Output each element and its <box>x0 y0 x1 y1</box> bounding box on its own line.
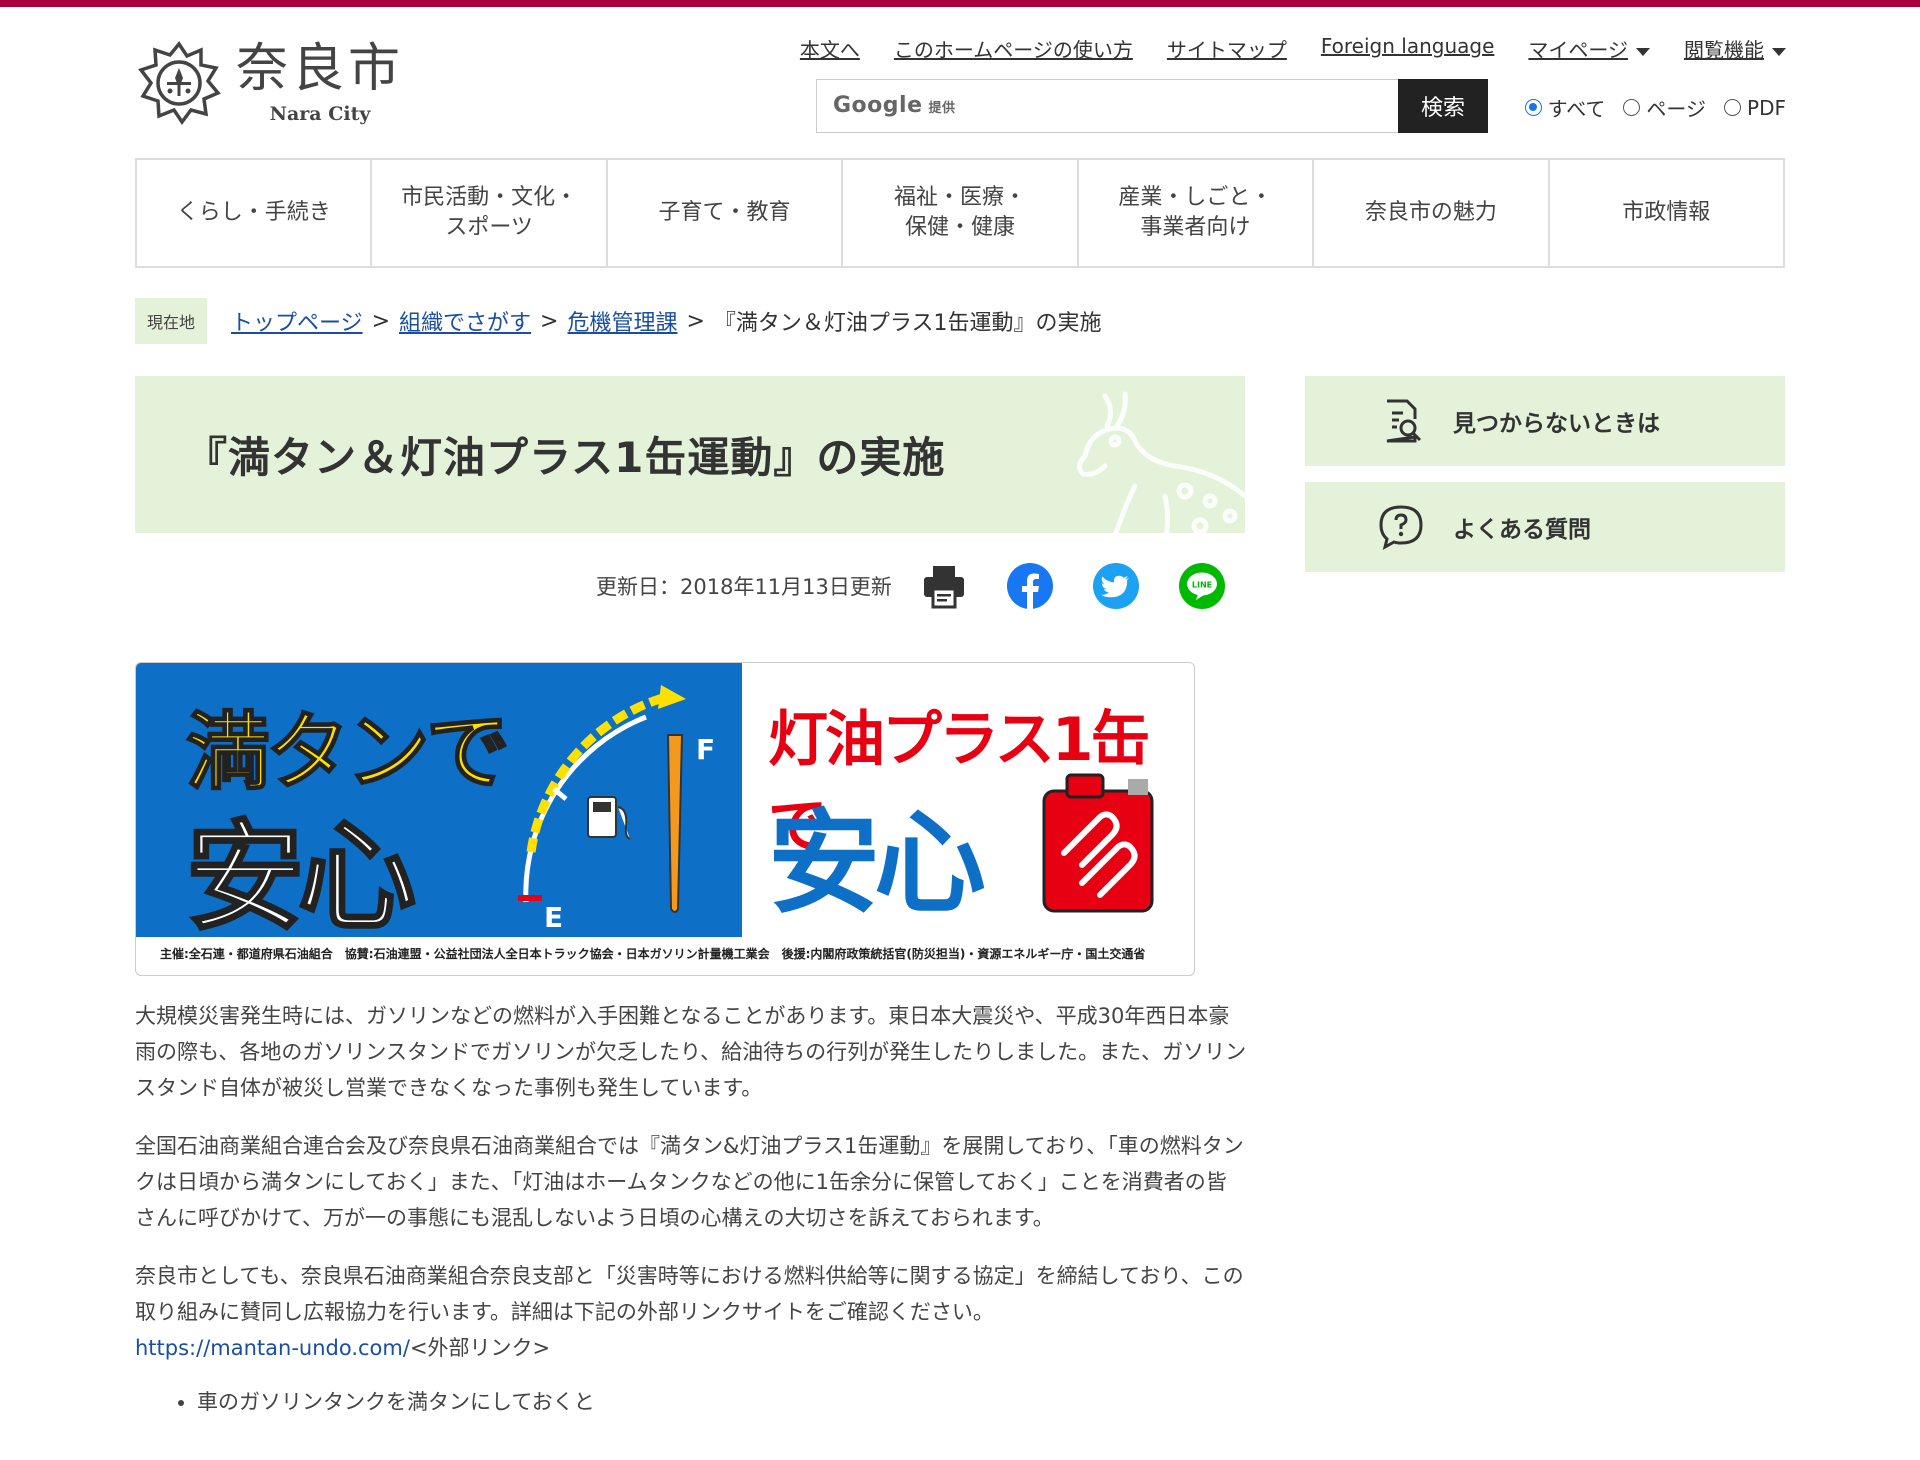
nav-industry-business[interactable]: 産業・しごと・ 事業者向け <box>1079 160 1315 266</box>
updated-date: 更新日：2018年11月13日更新 <box>596 575 892 599</box>
nav-welfare-health[interactable]: 福祉・医療・ 保健・健康 <box>843 160 1079 266</box>
utility-nav: 本文へ このホームページの使い方 サイトマップ Foreign language… <box>800 34 1786 63</box>
top-accent-bar <box>0 0 1920 7</box>
search-document-icon <box>1386 399 1422 443</box>
global-nav: くらし・手続き 市民活動・文化・ スポーツ 子育て・教育 福祉・医療・ 保健・健… <box>135 158 1785 268</box>
sidebar-label: よくある質問 <box>1453 517 1591 543</box>
site-logo[interactable]: 奈良市 Nara City <box>134 38 404 126</box>
foreign-language-link[interactable]: Foreign language <box>1321 34 1495 63</box>
external-link[interactable]: https://mantan-undo.com/ <box>135 1336 410 1360</box>
paragraph: 全国石油商業組合連合会及び奈良県石油商業組合では『満タン&灯油プラス1缶運動』を… <box>135 1134 1244 1230</box>
article-body: 大規模災害発生時には、ガソリンなどの燃料が入手困難となることがあります。東日本大… <box>135 998 1247 1420</box>
banner-left-panel: 満タンで 安心 E F <box>136 663 742 948</box>
banner-right-panel: 灯油プラス1缶で 安心 <box>742 663 1194 937</box>
nara-city-emblem-icon <box>138 41 221 126</box>
deer-decoration-icon <box>1077 391 1245 533</box>
scope-pdf-radio[interactable]: PDF <box>1724 93 1786 122</box>
breadcrumb-separator: > <box>540 308 559 334</box>
radio-selected-icon <box>1524 99 1542 116</box>
banner-relief-text: 安心 <box>184 807 417 948</box>
search-input[interactable] <box>937 88 1477 124</box>
kerosene-can-icon <box>1042 773 1154 913</box>
breadcrumb-separator: > <box>371 308 391 334</box>
radio-empty-icon <box>1623 99 1641 116</box>
skip-to-content-link[interactable]: 本文へ <box>800 34 860 63</box>
gauge-empty-label: E <box>544 901 563 927</box>
banner-relief-text-2: 安心 <box>768 799 986 929</box>
sidebar-label: 見つからないときは <box>1453 411 1660 437</box>
breadcrumb-link-organization[interactable]: 組織でさがす <box>399 305 531 337</box>
fuel-gauge-icon: E F <box>518 685 715 927</box>
nav-civic-culture-sports[interactable]: 市民活動・文化・ スポーツ <box>372 160 608 266</box>
site-name-en: Nara City <box>269 103 371 125</box>
breadcrumb-link-top[interactable]: トップページ <box>231 305 363 337</box>
scope-page-radio[interactable]: ページ <box>1623 93 1706 122</box>
not-found-help-link[interactable]: 見つからないときは <box>1305 376 1785 466</box>
search-scope-group: すべて ページ PDF <box>1524 93 1786 122</box>
breadcrumb-link-crisis-management[interactable]: 危機管理課 <box>567 305 677 337</box>
twitter-icon[interactable] <box>1092 562 1140 610</box>
how-to-use-link[interactable]: このホームページの使い方 <box>894 34 1133 63</box>
breadcrumb-current: 『満タン＆灯油プラス1缶運動』の実施 <box>713 311 1102 336</box>
sitemap-link[interactable]: サイトマップ <box>1167 34 1287 63</box>
bullet-list: 車のガソリンタンクを満タンにしておくと <box>197 1384 1247 1420</box>
paragraph: 大規模災害発生時には、ガソリンなどの燃料が入手困難となることがあります。東日本大… <box>135 1004 1247 1100</box>
paragraph: 奈良市としても、奈良県石油商業組合奈良支部と「災害時等における燃料供給等に関する… <box>135 1264 1244 1360</box>
mypage-dropdown[interactable]: マイページ <box>1528 34 1650 63</box>
page-title: 『満タン＆灯油プラス1缶運動』の実施 <box>185 433 946 482</box>
facebook-icon[interactable] <box>1006 562 1054 610</box>
faq-link[interactable]: よくある質問 <box>1305 482 1785 572</box>
campaign-banner-image: 満タンで 安心 E F 灯油プラス1缶で 安心 主催:全石連・都道府県石油組合 … <box>135 662 1195 976</box>
nav-living-procedures[interactable]: くらし・手続き <box>137 160 373 266</box>
question-bubble-icon <box>1379 505 1423 550</box>
search-box: Google 提供 <box>816 79 1488 133</box>
breadcrumb: 現在地 トップページ > 組織でさがす > 危機管理課 > 『満タン＆灯油プラス… <box>135 298 1101 344</box>
nav-nara-attractions[interactable]: 奈良市の魅力 <box>1314 160 1550 266</box>
scope-all-radio[interactable]: すべて <box>1524 93 1605 122</box>
breadcrumb-badge: 現在地 <box>135 298 208 344</box>
site-name: 奈良市 <box>236 39 405 99</box>
page-meta: 更新日：2018年11月13日更新 LINE <box>596 562 1226 610</box>
breadcrumb-separator: > <box>686 308 705 334</box>
list-item: 車のガソリンタンクを満タンにしておくと <box>197 1384 1247 1420</box>
banner-credit: 主催:全石連・都道府県石油組合 協賛:石油連盟・公益社団法人全日本トラック協会・… <box>160 947 1146 961</box>
nav-childcare-education[interactable]: 子育て・教育 <box>608 160 844 266</box>
line-icon[interactable]: LINE <box>1178 562 1226 610</box>
external-link-note: <外部リンク> <box>409 1336 551 1360</box>
print-icon[interactable] <box>920 562 968 610</box>
nav-city-administration[interactable]: 市政情報 <box>1550 160 1783 266</box>
gauge-full-label: F <box>696 733 715 766</box>
accessibility-dropdown[interactable]: 閲覧機能 <box>1684 34 1786 63</box>
svg-text:LINE: LINE <box>1192 581 1212 590</box>
search-button[interactable]: 検索 <box>1398 79 1488 133</box>
radio-empty-icon <box>1724 99 1742 116</box>
page-title-banner: 『満タン＆灯油プラス1缶運動』の実施 <box>135 376 1245 533</box>
